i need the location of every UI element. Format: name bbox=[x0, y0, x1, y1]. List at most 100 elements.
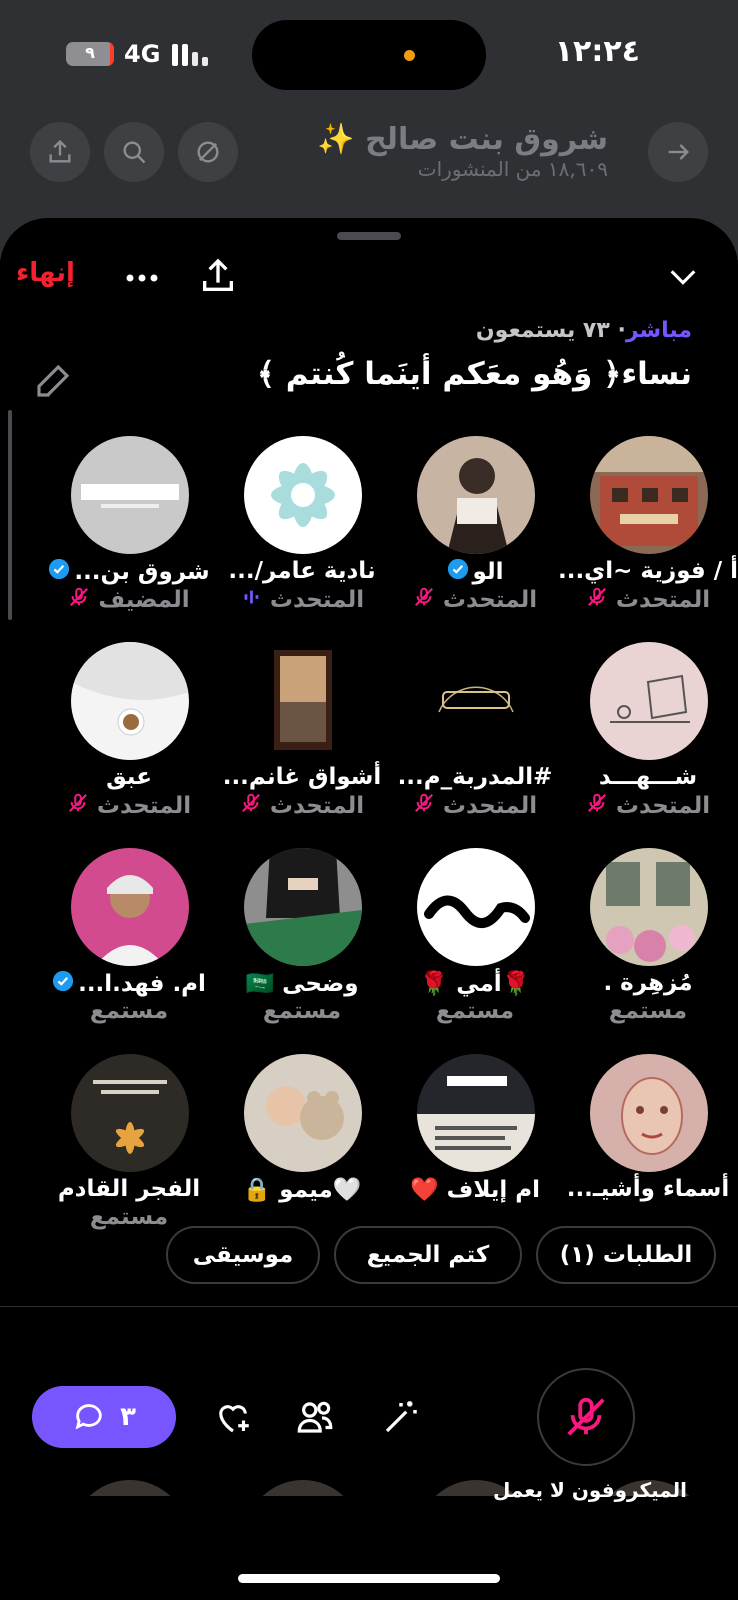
avatar[interactable] bbox=[590, 1054, 708, 1172]
participant-role: المتحدث bbox=[214, 586, 390, 614]
bottom-divider bbox=[0, 1306, 738, 1307]
participant-name-text: #المدربة_م... bbox=[397, 764, 553, 790]
signal-icon bbox=[172, 42, 212, 66]
participant-role: المتحدث bbox=[41, 792, 217, 820]
participant-name-text: عبق bbox=[106, 764, 152, 790]
heart-plus-icon[interactable] bbox=[212, 1396, 254, 1438]
avatar[interactable] bbox=[417, 436, 535, 554]
participant-tile[interactable]: ام إيلاف ❤️ bbox=[387, 1054, 563, 1254]
participant-name-text: شـــهـــد bbox=[598, 764, 698, 790]
participant-tile[interactable]: شروق بن... المضيف bbox=[41, 436, 217, 636]
participant-name: عبق bbox=[41, 764, 217, 790]
background-profile-header: شروق بنت صالح ✨ ١٨,٦٠٩ من المنشورات bbox=[0, 112, 738, 192]
avatar[interactable] bbox=[71, 848, 189, 966]
avatar[interactable] bbox=[71, 642, 189, 760]
mic-off-icon bbox=[586, 586, 608, 614]
avatar[interactable] bbox=[244, 1054, 362, 1172]
music-chip[interactable]: موسيقى bbox=[166, 1226, 320, 1284]
mic-off-icon bbox=[413, 792, 435, 820]
mic-off-icon bbox=[67, 792, 89, 820]
participant-name: مُزهِرة . bbox=[560, 970, 736, 996]
participant-tile[interactable]: الو المتحدث bbox=[387, 436, 563, 636]
participant-tile[interactable]: شـــهـــد المتحدث bbox=[560, 642, 736, 842]
avatar[interactable] bbox=[590, 848, 708, 966]
background-profile-posts: ١٨,٦٠٩ من المنشورات bbox=[417, 157, 608, 181]
avatar[interactable] bbox=[244, 848, 362, 966]
participant-tile[interactable]: أشواق غانم... المتحدث bbox=[214, 642, 390, 842]
collapse-chevron-down-icon[interactable] bbox=[664, 260, 702, 294]
microphone-toggle-button[interactable] bbox=[537, 1368, 635, 1466]
participant-role: مستمع bbox=[387, 998, 563, 1024]
requests-chip[interactable]: الطلبات (١) bbox=[536, 1226, 716, 1284]
participant-role-text: المتحدث bbox=[615, 793, 711, 819]
mic-off-icon bbox=[413, 586, 435, 614]
magic-wand-icon[interactable] bbox=[380, 1396, 422, 1438]
avatar[interactable] bbox=[417, 848, 535, 966]
avatar[interactable] bbox=[71, 1054, 189, 1172]
chat-bubble-icon bbox=[75, 1404, 102, 1430]
listener-count: ٧٣ يستمعون bbox=[475, 318, 610, 343]
participant-tile[interactable]: عبق المتحدث bbox=[41, 642, 217, 842]
more-icon[interactable] bbox=[122, 266, 162, 290]
participant-name-text: ام إيلاف ❤️ bbox=[409, 1177, 541, 1203]
comments-count: ٣ bbox=[120, 1402, 136, 1432]
participant-tile[interactable]: مُزهِرة . مستمع bbox=[560, 848, 736, 1048]
search-icon[interactable] bbox=[104, 122, 164, 182]
share-icon[interactable] bbox=[30, 122, 90, 182]
participant-name-text: 🤍ميمو 🔒 bbox=[242, 1177, 362, 1203]
participant-role-text: المضيف bbox=[98, 587, 190, 613]
participant-role-text: مستمع bbox=[89, 998, 169, 1024]
verified-badge-icon bbox=[48, 558, 70, 586]
participant-tile[interactable]: وضحى 🇸🇦 مستمع bbox=[214, 848, 390, 1048]
dynamic-island bbox=[252, 20, 486, 90]
participant-name: #المدربة_م... bbox=[387, 764, 563, 790]
grok-icon[interactable] bbox=[178, 122, 238, 182]
home-indicator[interactable] bbox=[238, 1574, 500, 1583]
edit-pencil-icon[interactable] bbox=[32, 360, 74, 402]
comments-button[interactable]: ٣ bbox=[32, 1386, 176, 1448]
privacy-dot-icon bbox=[404, 50, 415, 61]
sheet-grabber[interactable] bbox=[337, 232, 401, 240]
mute-all-chip[interactable]: كتم الجميع bbox=[334, 1226, 522, 1284]
participant-tile[interactable]: أسماء وأشيـ... bbox=[560, 1054, 736, 1254]
participant-role: مستمع bbox=[560, 998, 736, 1024]
back-arrow-icon[interactable] bbox=[648, 122, 708, 182]
participant-role-text: المتحدث bbox=[269, 793, 365, 819]
participant-role-text: المتحدث bbox=[269, 587, 365, 613]
avatar[interactable] bbox=[244, 1480, 362, 1496]
participant-name: ام إيلاف ❤️ bbox=[387, 1176, 563, 1203]
participant-role-text: المتحدث bbox=[442, 587, 538, 613]
participant-role-text: مستمع bbox=[262, 998, 342, 1024]
avatar[interactable] bbox=[71, 436, 189, 554]
avatar[interactable] bbox=[590, 436, 708, 554]
avatar[interactable] bbox=[244, 436, 362, 554]
background-profile-title: شروق بنت صالح ✨ ١٨,٦٠٩ من المنشورات bbox=[317, 122, 608, 181]
end-space-button[interactable]: إنهاء bbox=[16, 258, 75, 288]
avatar[interactable] bbox=[590, 642, 708, 760]
people-icon[interactable] bbox=[294, 1396, 336, 1438]
participant-tile[interactable]: نادية عامر/... المتحدث bbox=[214, 436, 390, 636]
participant-tile[interactable]: ام. فهد.ا... مستمع bbox=[41, 848, 217, 1048]
participant-tile[interactable]: أ / فوزية ~اي... المتحدث bbox=[558, 436, 738, 636]
participant-role: مستمع bbox=[214, 998, 390, 1024]
participant-name-text: شروق بن... bbox=[74, 559, 210, 585]
avatar[interactable] bbox=[417, 1054, 535, 1172]
battery-indicator: ٩ bbox=[66, 42, 114, 66]
participant-tile[interactable]: 🤍ميمو 🔒 bbox=[214, 1054, 390, 1254]
status-time: ١٢:٢٤ bbox=[554, 34, 640, 69]
avatar[interactable] bbox=[244, 642, 362, 760]
status-bar: ٩ 4G ١٢:٢٤ bbox=[0, 0, 738, 110]
participant-name-text: الو bbox=[472, 559, 504, 585]
participant-tile[interactable]: 🌹أمي 🌹 مستمع bbox=[387, 848, 563, 1048]
participant-tile[interactable]: #المدربة_م... المتحدث bbox=[387, 642, 563, 842]
participant-tile[interactable]: الفجر القادم مستمع bbox=[41, 1054, 217, 1254]
avatar[interactable] bbox=[71, 1480, 189, 1496]
live-status: مباشر· ٧٣ يستمعون bbox=[475, 318, 692, 343]
network-type: 4G bbox=[124, 40, 161, 68]
avatar[interactable] bbox=[417, 642, 535, 760]
share-icon[interactable] bbox=[198, 256, 238, 296]
participant-role: المتحدث bbox=[560, 792, 736, 820]
participant-role-text: مستمع bbox=[608, 998, 688, 1024]
participant-name-text: الفجر القادم bbox=[57, 1176, 201, 1202]
participant-name-text: أسماء وأشيـ... bbox=[566, 1176, 730, 1202]
